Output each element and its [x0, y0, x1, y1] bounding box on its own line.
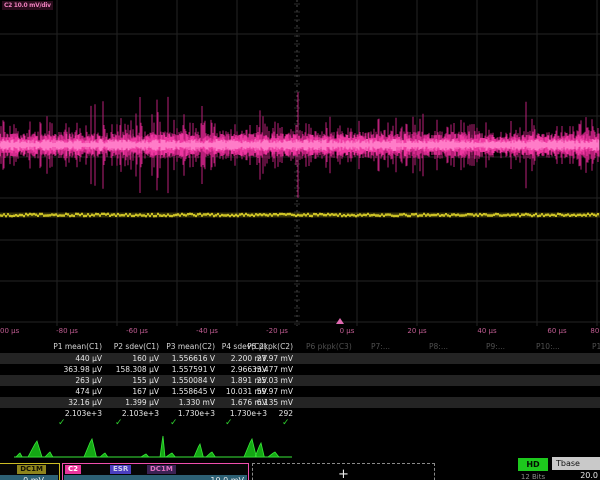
c1-channel-box[interactable]: DC1M 0 mV — [0, 463, 60, 480]
measurement-status-ok-icon: ✓ — [115, 418, 123, 428]
measurement-column-header[interactable]: P5 pkpk(C2) — [213, 342, 293, 352]
hd-resolution-label: 12 Bits — [512, 473, 554, 480]
timebase-box[interactable]: Tbase — [552, 457, 600, 470]
measurement-column-header-empty[interactable]: P7:... — [371, 342, 390, 352]
time-axis-label: 00 µs — [0, 327, 19, 335]
time-axis-label: 80 µs — [582, 327, 600, 335]
c2-esr-badge: ESR — [110, 465, 131, 474]
measurement-column-header-empty[interactable]: P10:... — [536, 342, 560, 352]
measurement-column-header-empty[interactable]: P6 pkpk(C3) — [306, 342, 352, 352]
measurement-value: 33.477 mV — [203, 365, 293, 375]
measurement-value: 6.135 mV — [203, 398, 293, 408]
add-trace-button[interactable]: + — [252, 463, 435, 480]
measurement-value: 25.03 mV — [203, 376, 293, 386]
c1-vdiv-value: 0 mV — [0, 475, 58, 480]
measurement-status-ok-icon: ✓ — [170, 418, 178, 428]
c2-label-badge: C2 — [65, 465, 81, 474]
measurement-value: 27.97 mV — [203, 354, 293, 364]
graticule-grid — [0, 0, 600, 326]
time-axis-label: -40 µs — [189, 327, 225, 335]
c2-channel-box[interactable]: C2 ESR DC1M 10.0 mV — [62, 463, 249, 480]
histogram-trace[interactable] — [16, 436, 279, 457]
c2-vdiv-value: 10.0 mV — [64, 475, 247, 480]
waveform-display — [0, 0, 600, 326]
oscilloscope-screen: C2 10.0 mV/div DC1M 0 mV C2 ESR DC1M 10.… — [0, 0, 600, 480]
c1-coupling-badge: DC1M — [17, 465, 46, 474]
measurement-column-header-empty[interactable]: P11 — [592, 342, 600, 352]
time-axis-label: -60 µs — [119, 327, 155, 335]
measurement-status-ok-icon: ✓ — [225, 418, 233, 428]
measurement-status-ok-icon: ✓ — [58, 418, 66, 428]
measurement-column-header-empty[interactable]: P9:... — [486, 342, 505, 352]
time-axis-label: -20 µs — [259, 327, 295, 335]
time-axis-label: 40 µs — [469, 327, 505, 335]
measurement-value: 292 — [203, 409, 293, 419]
time-axis-label: 20 µs — [399, 327, 435, 335]
graticule-center-ticks — [294, 4, 300, 324]
c2-coupling-badge: DC1M — [147, 465, 176, 474]
measurement-column-header-empty[interactable]: P8:... — [429, 342, 448, 352]
time-axis-label: -80 µs — [49, 327, 85, 335]
trace-annotation-badge: C2 10.0 mV/div — [2, 1, 53, 10]
trigger-time-marker-icon[interactable] — [336, 318, 344, 324]
time-axis-label: 0 µs — [329, 327, 365, 335]
hd-mode-badge[interactable]: HD — [518, 458, 548, 471]
measurement-status-ok-icon: ✓ — [282, 418, 290, 428]
histogram-strip — [0, 430, 600, 460]
time-axis-label: 60 µs — [539, 327, 575, 335]
timebase-value: 20.0 — [556, 471, 598, 480]
measurement-value: 59.97 mV — [203, 387, 293, 397]
